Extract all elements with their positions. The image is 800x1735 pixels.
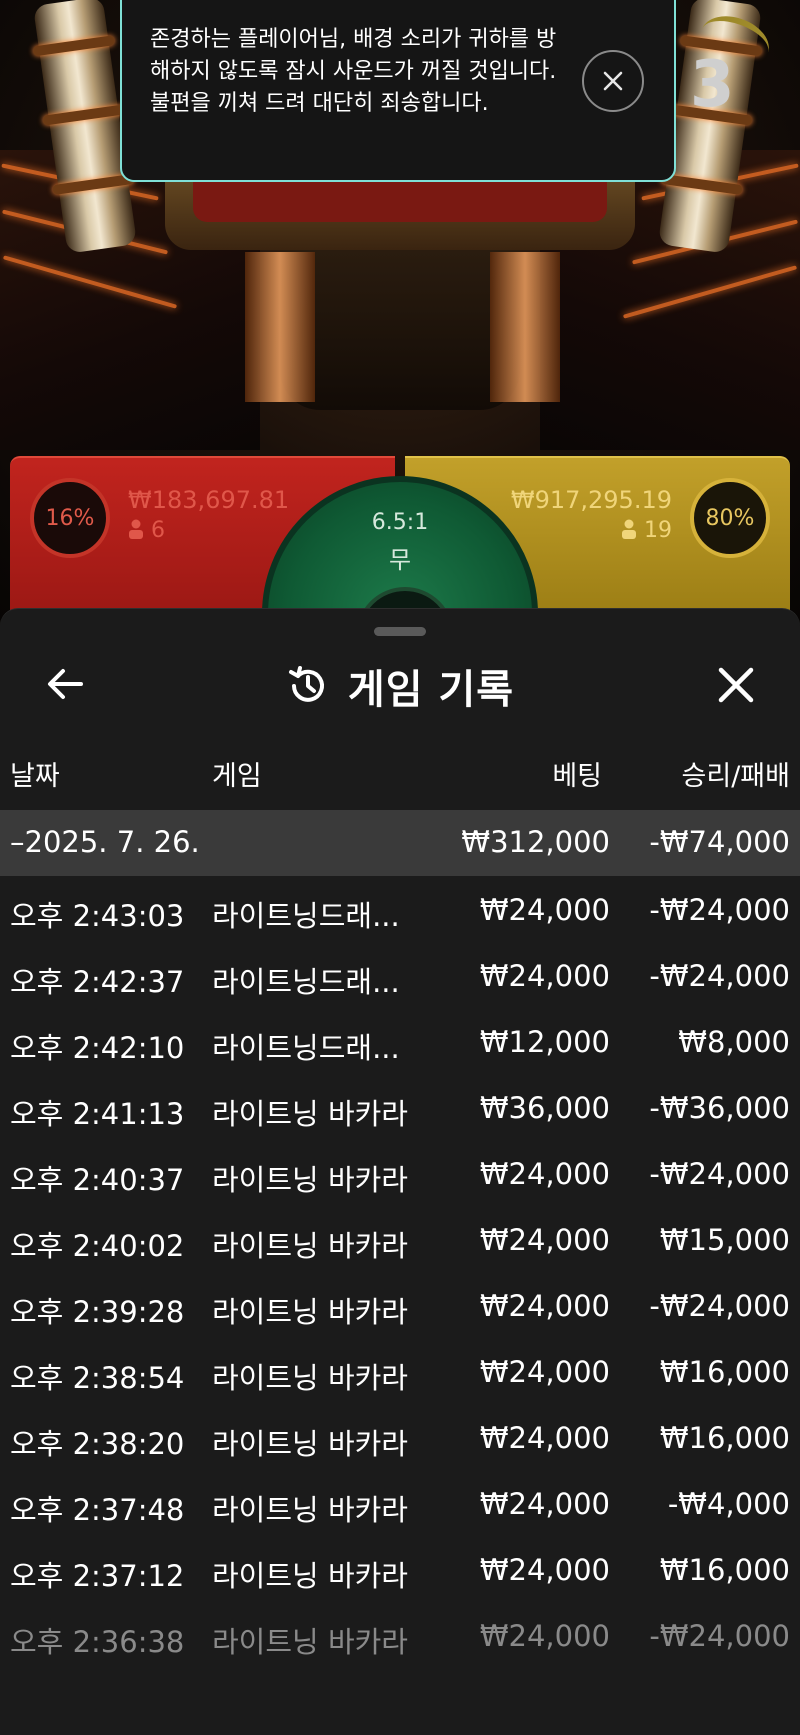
group-total-bet: ₩312,000 [461, 825, 610, 859]
row-result: -₩24,000 [649, 1619, 790, 1653]
row-game: 라이트닝 바카라 [212, 1163, 408, 1197]
bet-percent-tiger: 80% [690, 478, 770, 558]
row-time: 오후 2:37:12 [10, 1559, 185, 1593]
row-result: ₩8,000 [678, 1025, 790, 1059]
panel-drag-handle[interactable] [374, 627, 426, 636]
row-result: ₩16,000 [659, 1553, 790, 1587]
table-row[interactable]: 오후 2:41:13 라이트닝 바카라 ₩36,000 -₩36,000 [0, 1074, 800, 1140]
history-table-header: 날짜 게임 베팅 승리/패배 [0, 754, 800, 794]
table-row[interactable]: 오후 2:40:37 라이트닝 바카라 ₩24,000 -₩24,000 [0, 1140, 800, 1206]
row-time: 오후 2:41:13 [10, 1097, 185, 1131]
game-history-panel: 게임 기록 날짜 게임 베팅 승리/패배 –2025. 7. 26. ₩312,… [0, 608, 800, 1735]
row-result: -₩24,000 [649, 893, 790, 927]
table-row[interactable]: 오후 2:40:02 라이트닝 바카라 ₩24,000 ₩15,000 [0, 1206, 800, 1272]
row-result: -₩24,000 [649, 1157, 790, 1191]
row-result: -₩36,000 [649, 1091, 790, 1125]
column-header-result: 승리/패배 [681, 761, 790, 792]
column-header-game: 게임 [212, 761, 262, 792]
close-icon [603, 71, 623, 91]
tie-odds: 6.5:1 [371, 510, 429, 535]
column-header-bet: 베팅 [552, 761, 602, 792]
column-header-date: 날짜 [10, 761, 60, 792]
sound-notice-text: 존경하는 플레이어님, 배경 소리가 귀하를 방해하지 않도록 잠시 사운드가 … [150, 27, 557, 116]
person-icon [129, 519, 143, 539]
panel-header: 게임 기록 [0, 657, 800, 715]
row-time: 오후 2:38:54 [10, 1361, 185, 1395]
row-game: 라이트닝 바카라 [212, 1625, 408, 1659]
table-row[interactable]: 오후 2:39:28 라이트닝 바카라 ₩24,000 -₩24,000 [0, 1272, 800, 1338]
scene-glow-column [245, 252, 315, 402]
row-result: -₩4,000 [667, 1487, 790, 1521]
row-game: 라이트닝 바카라 [212, 1493, 408, 1527]
row-bet: ₩24,000 [479, 1223, 610, 1257]
toast-close-button[interactable] [582, 50, 644, 112]
row-time: 오후 2:40:02 [10, 1229, 185, 1263]
players-count: 19 [644, 518, 672, 543]
history-icon [288, 666, 324, 702]
close-icon [718, 667, 754, 703]
history-date-group-row[interactable]: –2025. 7. 26. ₩312,000 -₩74,000 [0, 810, 800, 876]
row-result: -₩24,000 [649, 1289, 790, 1323]
table-row[interactable]: 오후 2:42:10 라이트닝드래... ₩12,000 ₩8,000 [0, 1008, 800, 1074]
row-game: 라이트닝 바카라 [212, 1559, 408, 1593]
row-game: 라이트닝 바카라 [212, 1361, 408, 1395]
row-bet: ₩24,000 [479, 893, 610, 927]
row-game: 라이트닝 바카라 [212, 1097, 408, 1131]
row-result: ₩16,000 [659, 1355, 790, 1389]
row-time: 오후 2:39:28 [10, 1295, 185, 1329]
bet-players-dragon: 6 [128, 518, 165, 543]
table-row[interactable]: 오후 2:36:38 라이트닝 바카라 ₩24,000 -₩24,000 [0, 1602, 800, 1668]
row-bet: ₩12,000 [479, 1025, 610, 1059]
row-time: 오후 2:40:37 [10, 1163, 185, 1197]
bet-percent-dragon: 16% [30, 478, 110, 558]
row-bet: ₩36,000 [479, 1091, 610, 1125]
group-total-result: -₩74,000 [649, 825, 790, 859]
row-time: 오후 2:37:48 [10, 1493, 185, 1527]
history-table-body: 오후 2:43:03 라이트닝드래... ₩24,000 -₩24,000 오후… [0, 876, 800, 1668]
table-row[interactable]: 오후 2:43:03 라이트닝드래... ₩24,000 -₩24,000 [0, 876, 800, 942]
countdown-timer: 3 [690, 48, 735, 122]
row-time: 오후 2:38:20 [10, 1427, 185, 1461]
row-bet: ₩24,000 [479, 1355, 610, 1389]
row-result: -₩24,000 [649, 959, 790, 993]
row-bet: ₩24,000 [479, 1553, 610, 1587]
row-time: 오후 2:36:38 [10, 1625, 185, 1659]
row-game: 라이트닝드래... [212, 1031, 400, 1065]
table-row[interactable]: 오후 2:37:12 라이트닝 바카라 ₩24,000 ₩16,000 [0, 1536, 800, 1602]
row-game: 라이트닝 바카라 [212, 1229, 408, 1263]
row-game: 라이트닝 바카라 [212, 1295, 408, 1329]
row-time: 오후 2:42:10 [10, 1031, 185, 1065]
row-game: 라이트닝 바카라 [212, 1427, 408, 1461]
bet-players-tiger: 19 [621, 518, 672, 543]
row-result: ₩16,000 [659, 1421, 790, 1455]
table-row[interactable]: 오후 2:42:37 라이트닝드래... ₩24,000 -₩24,000 [0, 942, 800, 1008]
bet-amount-dragon: ₩183,697.81 [128, 486, 290, 514]
table-row[interactable]: 오후 2:37:48 라이트닝 바카라 ₩24,000 -₩4,000 [0, 1470, 800, 1536]
row-bet: ₩24,000 [479, 959, 610, 993]
close-panel-button[interactable] [710, 659, 762, 711]
row-game: 라이트닝드래... [212, 965, 400, 999]
row-bet: ₩24,000 [479, 1421, 610, 1455]
players-count: 6 [151, 518, 165, 543]
row-game: 라이트닝드래... [212, 899, 400, 933]
person-icon [622, 519, 636, 539]
table-row[interactable]: 오후 2:38:54 라이트닝 바카라 ₩24,000 ₩16,000 [0, 1338, 800, 1404]
row-time: 오후 2:42:37 [10, 965, 185, 999]
row-bet: ₩24,000 [479, 1289, 610, 1323]
scene-glow-column [490, 252, 560, 402]
row-bet: ₩24,000 [479, 1157, 610, 1191]
panel-title: 게임 기록 [347, 667, 515, 713]
group-date: –2025. 7. 26. [10, 825, 200, 859]
row-result: ₩15,000 [659, 1223, 790, 1257]
scene-dealer-stand [280, 250, 520, 410]
table-row[interactable]: 오후 2:38:20 라이트닝 바카라 ₩24,000 ₩16,000 [0, 1404, 800, 1470]
bet-amount-tiger: ₩917,295.19 [510, 486, 672, 514]
row-time: 오후 2:43:03 [10, 899, 185, 933]
tie-label: 무 [388, 546, 412, 574]
sound-notice-toast: 존경하는 플레이어님, 배경 소리가 귀하를 방해하지 않도록 잠시 사운드가 … [120, 0, 676, 182]
row-bet: ₩24,000 [479, 1487, 610, 1521]
betting-area: 16% ₩183,697.81 6 80% ₩917,295.19 19 6.5… [10, 456, 790, 752]
row-bet: ₩24,000 [479, 1619, 610, 1653]
